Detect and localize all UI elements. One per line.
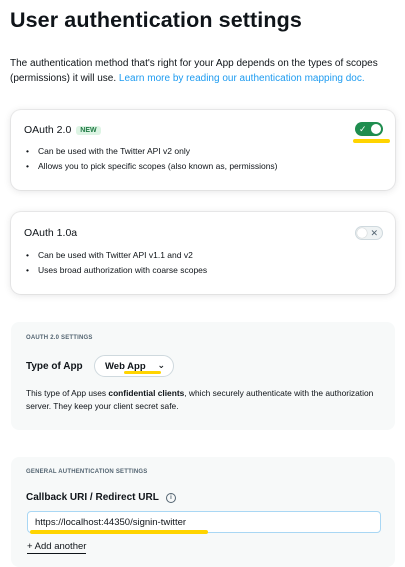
list-item: Can be used with Twitter API v1.1 and v2 (26, 248, 207, 263)
oauth2-toggle[interactable]: ✓ (355, 122, 383, 136)
type-of-app-description: This type of App uses confidential clien… (26, 387, 376, 413)
add-another-link[interactable]: + Add another (27, 541, 87, 554)
highlight-mark-url (30, 530, 208, 534)
x-icon: ✕ (370, 228, 378, 238)
oauth2-settings-section: OAUTH 2.0 SETTINGS Type of App Web App ⌄… (11, 322, 395, 430)
auth-mapping-doc-link[interactable]: Learn more by reading our authentication… (119, 73, 365, 84)
intro-paragraph: The authentication method that's right f… (10, 56, 395, 86)
oauth1-toggle[interactable]: ✕ (355, 226, 383, 240)
desc-bold: confidential clients (108, 388, 185, 398)
oauth2-bullets: Can be used with the Twitter API v2 only… (26, 144, 278, 173)
highlight-mark-select (124, 371, 161, 374)
section-label: GENERAL AUTHENTICATION SETTINGS (26, 469, 148, 475)
oauth2-title-text: OAuth 2.0 (24, 124, 72, 136)
oauth1-title: OAuth 1.0a (24, 227, 78, 239)
list-item: Can be used with the Twitter API v2 only (26, 144, 278, 159)
desc-text: This type of App uses (26, 388, 109, 398)
chevron-down-icon: ⌄ (157, 360, 165, 370)
check-icon: ✓ (359, 124, 367, 134)
highlight-mark-toggle (353, 139, 390, 143)
oauth1-card: OAuth 1.0a ✕ Can be used with Twitter AP… (11, 212, 395, 294)
section-label: OAUTH 2.0 SETTINGS (26, 335, 93, 341)
general-auth-settings-section: GENERAL AUTHENTICATION SETTINGS Callback… (11, 457, 395, 567)
oauth2-title: OAuth 2.0 NEW (24, 124, 101, 136)
type-of-app-label: Type of App (26, 361, 83, 372)
new-badge: NEW (76, 126, 101, 135)
toggle-knob (371, 124, 381, 134)
callback-uri-value: https://localhost:44350/signin-twitter (35, 517, 187, 528)
oauth2-card: OAuth 2.0 NEW ✓ Can be used with the Twit… (11, 110, 395, 190)
list-item: Allows you to pick specific scopes (also… (26, 159, 278, 174)
toggle-knob (357, 228, 367, 238)
list-item: Uses broad authorization with coarse sco… (26, 263, 207, 278)
page-title: User authentication settings (10, 8, 302, 32)
oauth1-bullets: Can be used with Twitter API v1.1 and v2… (26, 248, 207, 277)
info-icon[interactable]: i (166, 493, 176, 503)
callback-uri-label: Callback URI / Redirect URL (26, 492, 159, 503)
